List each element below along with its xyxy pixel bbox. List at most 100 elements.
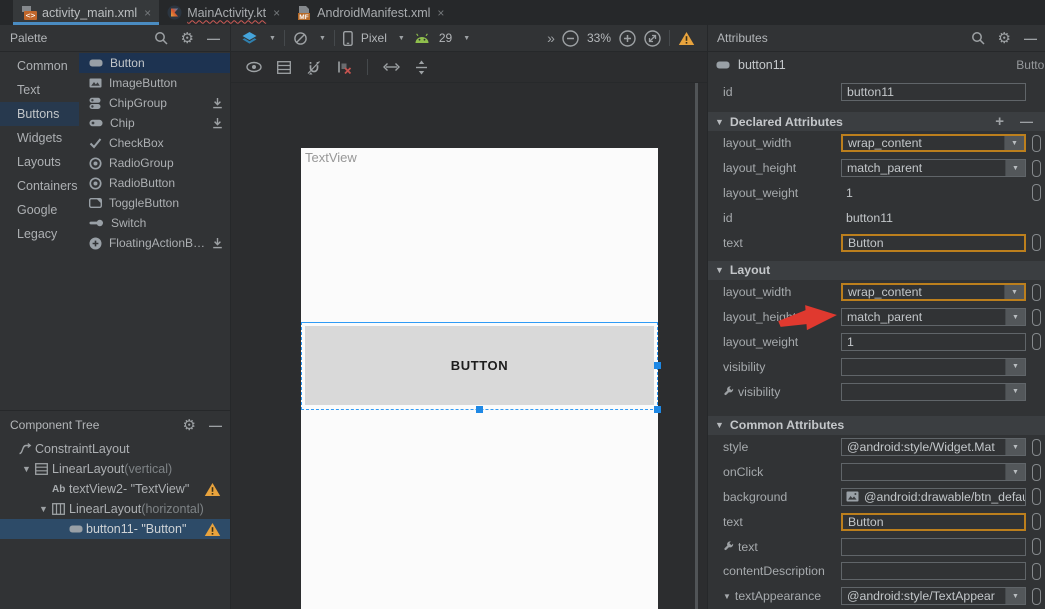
dropdown-caret-icon[interactable]: ▼ [1004, 136, 1024, 150]
palette-item-switch[interactable]: Switch [79, 213, 230, 233]
collapse-arrow-icon[interactable]: ▼ [715, 420, 724, 430]
tools-attribute-indicator[interactable] [1032, 284, 1041, 301]
collapse-arrow-icon[interactable]: ▼ [715, 117, 724, 127]
dropdown-caret-icon[interactable]: ▼ [1004, 285, 1024, 299]
combo-layout_width[interactable]: wrap_content▼ [841, 283, 1026, 301]
palette-item-checkbox[interactable]: CheckBox [79, 133, 230, 153]
dropdown-caret-icon[interactable]: ▼ [1005, 160, 1025, 176]
dropdown-caret-icon[interactable]: ▼ [1005, 359, 1025, 375]
palette-category-buttons[interactable]: Buttons [0, 102, 79, 126]
input-background[interactable]: @android:drawable/btn_defau [841, 488, 1026, 506]
minimize-icon[interactable]: — [209, 419, 222, 432]
warning-icon[interactable] [678, 31, 695, 46]
palette-item-toggle-button[interactable]: ToggleButton [79, 193, 230, 213]
remove-attribute-icon[interactable]: — [1020, 115, 1033, 128]
tree-node-button[interactable]: button11- "Button" [0, 519, 230, 539]
device-artboard[interactable]: TextView BUTTON [301, 148, 658, 609]
combo-onClick[interactable]: ▼ [841, 463, 1026, 481]
combo-layout_height[interactable]: match_parent▼ [841, 159, 1026, 177]
dropdown-caret-icon[interactable]: ▼ [1005, 439, 1025, 455]
tools-attribute-indicator[interactable] [1032, 588, 1041, 605]
search-icon[interactable] [154, 31, 168, 45]
tree-node-constraint-layout[interactable]: ConstraintLayout [0, 439, 230, 459]
zoom-out-icon[interactable] [562, 30, 579, 47]
section-header-common-attributes[interactable]: ▼Common Attributes [708, 416, 1045, 435]
view-options-eye-icon[interactable] [246, 61, 262, 73]
canvas-button[interactable]: BUTTON [305, 326, 654, 405]
input-layout_weight[interactable]: 1 [841, 333, 1026, 351]
resize-handle-right[interactable] [654, 362, 661, 369]
layers-icon[interactable] [241, 31, 258, 45]
pack-vertical-icon[interactable] [415, 60, 428, 75]
orientation-icon[interactable] [293, 31, 308, 46]
clear-constraints-icon[interactable] [337, 60, 352, 74]
gear-icon[interactable]: ⚙ [998, 31, 1011, 46]
palette-item-radio-button[interactable]: RadioButton [79, 173, 230, 193]
tools-attribute-indicator[interactable] [1032, 135, 1041, 152]
download-icon[interactable] [212, 117, 223, 129]
input-contentDescription[interactable] [841, 562, 1026, 580]
combo-style[interactable]: @android:style/Widget.Mat▼ [841, 438, 1026, 456]
input-text[interactable] [841, 538, 1026, 556]
combo-visibility[interactable]: ▼ [841, 358, 1026, 376]
palette-category-widgets[interactable]: Widgets [0, 126, 79, 150]
gear-icon[interactable]: ⚙ [181, 31, 194, 46]
device-phone-icon[interactable] [343, 31, 353, 46]
android-icon[interactable] [413, 33, 431, 44]
tools-attribute-indicator[interactable] [1032, 563, 1041, 580]
tools-attribute-indicator[interactable] [1032, 333, 1041, 350]
close-icon[interactable]: × [144, 6, 151, 20]
palette-item-radio-group[interactable]: RadioGroup [79, 153, 230, 173]
combo-layout_height[interactable]: match_parent▼ [841, 308, 1026, 326]
combo-textAppearance[interactable]: @android:style/TextAppear▼ [841, 587, 1026, 605]
tools-attribute-indicator[interactable] [1032, 160, 1041, 177]
expand-arrow-icon[interactable]: ▼ [723, 592, 731, 601]
tab-activity-main-xml[interactable]: <>activity_main.xml× [13, 0, 159, 25]
input-text[interactable]: Button [841, 513, 1026, 531]
add-attribute-icon[interactable]: + [995, 114, 1004, 129]
collapse-arrow-icon[interactable]: ▼ [715, 265, 724, 275]
tools-attribute-indicator[interactable] [1032, 234, 1041, 251]
tree-node-linear-layout-horizontal[interactable]: ▼LinearLayout(horizontal) [0, 499, 230, 519]
selection-box[interactable]: BUTTON [301, 322, 658, 410]
combo-visibility[interactable]: ▼ [841, 383, 1026, 401]
resize-handle-bottom[interactable] [476, 406, 483, 413]
minimize-icon[interactable]: — [1024, 32, 1037, 45]
download-icon[interactable] [212, 237, 223, 249]
zoom-to-fit-icon[interactable] [644, 30, 661, 47]
autoconnect-off-magnet-icon[interactable] [306, 60, 322, 75]
tools-attribute-indicator[interactable] [1032, 309, 1041, 326]
canvas-scrollbar[interactable] [695, 83, 698, 609]
tools-attribute-indicator[interactable] [1032, 513, 1041, 530]
dropdown-caret-icon[interactable]: ▼ [1005, 588, 1025, 604]
close-icon[interactable]: × [437, 6, 444, 20]
palette-category-common[interactable]: Common [0, 54, 79, 78]
expand-arrow-icon[interactable]: ▼ [39, 504, 52, 514]
palette-category-layouts[interactable]: Layouts [0, 150, 79, 174]
layout-grid-icon[interactable] [277, 61, 291, 74]
tree-node-linear-layout-vertical[interactable]: ▼LinearLayout(vertical) [0, 459, 230, 479]
tab-mainactivity-kt[interactable]: MainActivity.kt× [159, 0, 288, 25]
palette-category-containers[interactable]: Containers [0, 174, 79, 198]
palette-item-button[interactable]: Button [79, 53, 230, 73]
id-input[interactable]: button11 [841, 83, 1026, 101]
api-level-selector[interactable]: 29 [439, 31, 452, 45]
tools-attribute-indicator[interactable] [1032, 184, 1041, 201]
palette-item-fab[interactable]: FloatingActionB… [79, 233, 230, 253]
download-icon[interactable] [212, 97, 223, 109]
infer-constraints-horizontal-icon[interactable] [383, 62, 400, 72]
section-header-layout[interactable]: ▼Layout [708, 261, 1045, 280]
tree-node-textview[interactable]: AbtextView2- "TextView" [0, 479, 230, 499]
palette-category-legacy[interactable]: Legacy [0, 222, 79, 246]
resize-handle-corner[interactable] [654, 406, 661, 413]
palette-item-image-button[interactable]: ImageButton [79, 73, 230, 93]
zoom-in-icon[interactable] [619, 30, 636, 47]
tools-attribute-indicator[interactable] [1032, 538, 1041, 555]
palette-item-chip-group[interactable]: ChipGroup [79, 93, 230, 113]
palette-category-google[interactable]: Google [0, 198, 79, 222]
device-selector[interactable]: Pixel [361, 31, 387, 45]
palette-category-text[interactable]: Text [0, 78, 79, 102]
gear-icon[interactable]: ⚙ [183, 418, 196, 433]
tools-attribute-indicator[interactable] [1032, 464, 1041, 481]
search-icon[interactable] [971, 31, 985, 45]
